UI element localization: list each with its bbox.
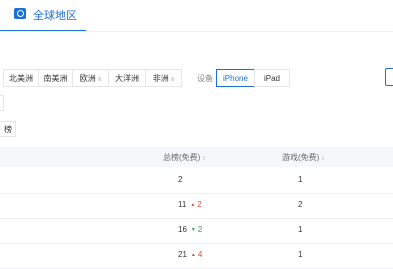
rank-change-value: 4	[197, 250, 203, 259]
tab-bar-divider	[0, 31, 393, 32]
device-option-label: iPhone	[223, 74, 248, 83]
game-rank-cell: 1	[298, 250, 303, 259]
rank-type-button[interactable]: 榜	[0, 121, 16, 137]
device-option-ipad[interactable]: iPad	[254, 69, 290, 87]
rank-change-value: 2	[197, 225, 203, 234]
table-row: 11 ▲ 2 2	[0, 193, 393, 219]
rank-type-label: 榜	[4, 125, 12, 134]
sort-icon: ↕	[202, 156, 206, 162]
game-rank-cell: 2	[298, 200, 303, 209]
continent-chip-label: 北美洲	[9, 74, 33, 83]
total-rank-value: 21	[178, 250, 187, 259]
tab-global-region[interactable]: 全球地区	[0, 0, 86, 32]
table-row: 21 ▲ 4 1	[0, 243, 393, 269]
total-rank-value: 16	[178, 225, 187, 234]
total-rank-value: 2	[178, 175, 183, 184]
continent-chip-label: 南美洲	[43, 74, 68, 83]
game-rank-cell: 1	[298, 225, 303, 234]
rank-change-value: 2	[197, 200, 202, 209]
table-header: 总榜(免费) ↕ 游戏(免费) ↕	[0, 147, 393, 167]
continent-chip-oceania[interactable]: 大洋洲	[108, 69, 146, 87]
tab-global-region-label: 全球地区	[33, 10, 77, 22]
action-button[interactable]	[385, 68, 393, 86]
rank-change: ▼ 2	[191, 225, 202, 234]
table-row: 2 1	[0, 168, 393, 194]
continent-chip-africa[interactable]: 非洲 ≡	[145, 69, 182, 87]
down-arrow-icon: ▼	[190, 227, 196, 233]
filter-box[interactable]	[0, 95, 4, 111]
table-row: 16 ▼ 2 1	[0, 218, 393, 244]
continent-chip-south-america[interactable]: 南美洲	[38, 69, 73, 87]
rank-change: ▲ 4	[191, 250, 202, 259]
column-header-label: 总榜(免费)	[163, 153, 201, 162]
column-header-total-free[interactable]: 总榜(免费) ↕	[163, 152, 205, 163]
device-label: 设备	[197, 74, 213, 83]
column-header-label: 游戏(免费)	[282, 153, 320, 162]
sort-icon: ≡	[170, 77, 175, 83]
up-arrow-icon: ▲	[190, 252, 196, 258]
continent-chip-label: 大洋洲	[115, 74, 139, 83]
continent-chip-north-america[interactable]: 北美洲	[3, 69, 39, 87]
total-rank-cell: 16 ▼ 2	[178, 225, 202, 234]
sort-icon: ↕	[321, 156, 325, 162]
column-header-game-free[interactable]: 游戏(免费) ↕	[282, 152, 324, 163]
device-option-label: iPad	[263, 74, 280, 83]
continent-chip-europe[interactable]: 欧洲 ≡	[72, 69, 109, 87]
total-rank-cell: 2	[178, 175, 182, 184]
continent-chip-label: 非洲	[152, 74, 169, 83]
continent-chip-label: 欧洲	[79, 74, 96, 83]
rank-change: ▲ 2	[190, 200, 201, 209]
total-rank-value: 11	[178, 200, 187, 209]
up-arrow-icon: ▲	[190, 202, 196, 208]
sort-icon: ≡	[97, 77, 102, 83]
total-rank-cell: 11 ▲ 2	[178, 200, 202, 209]
total-rank-cell: 21 ▲ 4	[178, 250, 202, 259]
globe-icon	[14, 8, 26, 19]
device-option-iphone[interactable]: iPhone	[216, 69, 255, 87]
game-rank-cell: 1	[298, 175, 303, 184]
